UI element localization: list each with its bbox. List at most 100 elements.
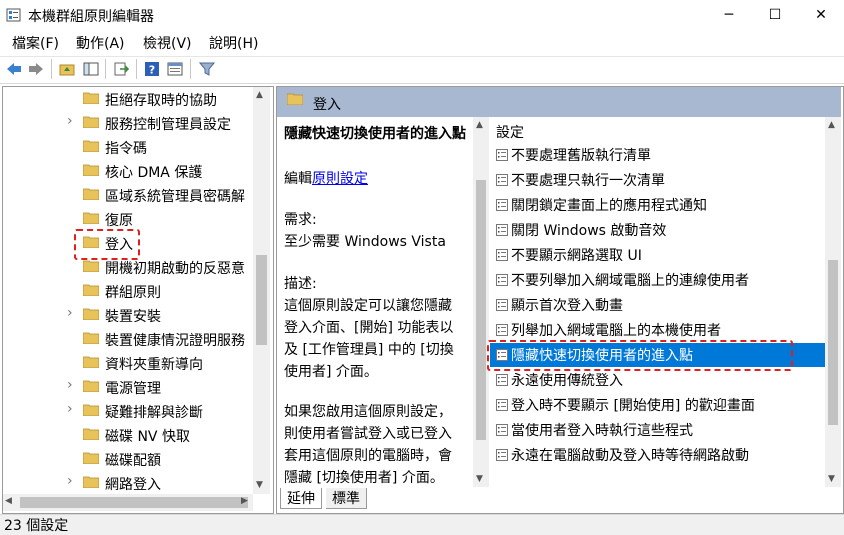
settings-column-header[interactable]: 設定 [496,122,524,142]
setting-label: 列舉加入網域電腦上的本機使用者 [511,323,721,339]
edit-prefix: 編輯 [284,171,312,187]
tree-scroll-thumb[interactable] [256,255,267,345]
tree-item[interactable]: 裝置健康情況證明服務 [3,327,253,351]
setting-row[interactable]: 關閉 Windows 啟動音效 [490,218,825,242]
description-line: 如果您啟用這個原則設定， [284,404,452,420]
description-line: 及 [工作管理員] 中的 [切換 [284,342,454,358]
scroll-down-icon[interactable]: ▼ [256,480,263,490]
tree-item[interactable]: 拒絕存取時的協助 [3,87,253,111]
maximize-button[interactable]: ☐ [752,0,798,30]
folder-icon [83,212,99,224]
chevron-right-icon[interactable]: › [67,473,73,489]
tree-item-label: 區域系統管理員密碼解 [105,189,245,205]
menu-help[interactable]: 說明(H) [209,33,258,53]
tree-item[interactable]: 磁碟配額 [3,447,253,471]
description-scroll-thumb[interactable] [476,180,486,440]
scroll-up-icon[interactable]: ▲ [476,120,483,130]
tree-item-label: 開機初期啟動的反惡意 [105,261,245,277]
tab-extended[interactable]: 延伸 [280,488,322,509]
setting-label: 不要顯示網路選取 UI [511,248,642,264]
edit-policy-link[interactable]: 原則設定 [312,171,368,187]
tree-item[interactable]: 區域系統管理員密碼解 [3,183,253,207]
setting-label: 關閉鎖定畫面上的應用程式通知 [511,198,707,214]
forward-button[interactable] [27,60,45,78]
export-list-button[interactable] [112,60,130,78]
setting-row[interactable]: 永遠使用傳統登入 [490,368,825,392]
tree-item[interactable]: 資料夾重新導向 [3,351,253,375]
up-folder-button[interactable] [58,60,76,78]
setting-row[interactable]: 列舉加入網域電腦上的本機使用者 [490,318,825,342]
folder-icon [83,380,99,392]
tree-item[interactable]: › 服務控制管理員設定 [3,111,253,135]
properties-button[interactable] [166,60,184,78]
scroll-up-icon[interactable]: ▲ [828,120,835,130]
tree-item[interactable]: 群組原則 [3,279,253,303]
tree-hscroll-thumb[interactable] [20,497,248,508]
status-bar [0,514,844,535]
folder-icon [83,116,99,128]
help-button[interactable]: ? [143,60,161,78]
tree-item[interactable]: › 電源管理 [3,375,253,399]
setting-row[interactable]: 不要列舉加入網域電腦上的連線使用者 [490,268,825,292]
tree-item[interactable]: › 網路登入 [3,471,253,495]
menu-bar [0,30,844,54]
setting-label: 不要列舉加入網域電腦上的連線使用者 [511,273,749,289]
details-title: 登入 [313,97,341,113]
scroll-up-icon[interactable]: ▲ [256,90,263,100]
tab-standard[interactable]: 標準 [326,488,367,509]
chevron-right-icon[interactable]: › [67,377,73,393]
filter-button[interactable] [198,60,216,78]
settings-scroll-thumb[interactable] [828,260,838,425]
tree-item[interactable]: 核心 DMA 保護 [3,159,253,183]
setting-row[interactable]: 不要顯示網路選取 UI [490,243,825,267]
setting-row[interactable]: 關閉鎖定畫面上的應用程式通知 [490,193,825,217]
scroll-left-icon[interactable]: ◀ [5,496,12,506]
tree-pane[interactable]: 拒絕存取時的協助 › 服務控制管理員設定指令碼核心 DMA 保護區域系統管理員密碼解… [2,86,274,514]
scroll-right-icon[interactable]: ▶ [241,496,248,506]
back-button[interactable] [5,60,23,78]
show-hide-tree-button[interactable] [82,60,100,78]
menu-file[interactable]: 檔案(F) [12,33,59,53]
chevron-right-icon[interactable]: › [67,113,73,129]
tree-item[interactable]: 磁碟 NV 快取 [3,423,253,447]
setting-row[interactable]: 不要處理舊版執行清單 [490,143,825,167]
setting-label: 關閉 Windows 啟動音效 [511,223,667,239]
policy-setting-icon [496,224,508,236]
folder-icon [83,404,99,416]
policy-setting-icon [496,274,508,286]
chevron-right-icon[interactable]: › [67,305,73,321]
scroll-down-icon[interactable]: ▼ [828,474,835,484]
help-icon: ? [145,62,159,77]
tree-item-label: 網路登入 [105,477,161,493]
menu-action[interactable]: 動作(A) [76,33,125,53]
setting-row[interactable]: 顯示首次登入動畫 [490,293,825,317]
policy-setting-icon [496,174,508,186]
app-icon [6,8,21,22]
policy-setting-icon [496,324,508,336]
highlight-box [74,229,140,260]
back-icon [7,63,21,75]
policy-setting-icon [496,249,508,261]
tree-item-label: 指令碼 [105,141,147,157]
setting-row[interactable]: 登入時不要顯示 [開始使用] 的歡迎畫面 [490,393,825,417]
chevron-right-icon[interactable]: › [67,401,73,417]
minimize-button[interactable]: ─ [706,0,752,30]
setting-row[interactable]: 不要處理只執行一次清單 [490,168,825,192]
filter-icon [199,62,215,76]
tree-item[interactable]: 復原 [3,207,253,231]
tree-item-label: 電源管理 [105,381,161,397]
menu-view[interactable]: 檢視(V) [143,33,192,53]
folder-icon [83,164,99,176]
tree-item-label: 磁碟 NV 快取 [105,429,190,445]
close-button[interactable]: ✕ [798,0,844,30]
setting-row[interactable]: 永遠在電腦啟動及登入時等待網路啟動 [490,443,825,467]
tree-item[interactable]: 指令碼 [3,135,253,159]
setting-row[interactable]: 當使用者登入時執行這些程式 [490,418,825,442]
up-folder-icon [59,64,75,76]
tree-item[interactable]: › 裝置安裝 [3,303,253,327]
settings-list[interactable]: 設定 不要處理舊版執行清單 不要處理只執行一次清單關閉鎖定畫面上的應用程式通知 關閉… [490,108,825,488]
scroll-down-icon[interactable]: ▼ [476,474,483,484]
policy-title: 隱藏快速切換使用者的進入點 [284,126,466,142]
tree-item[interactable]: › 疑難排解與診斷 [3,399,253,423]
tree-item-label: 裝置健康情況證明服務 [105,333,245,349]
